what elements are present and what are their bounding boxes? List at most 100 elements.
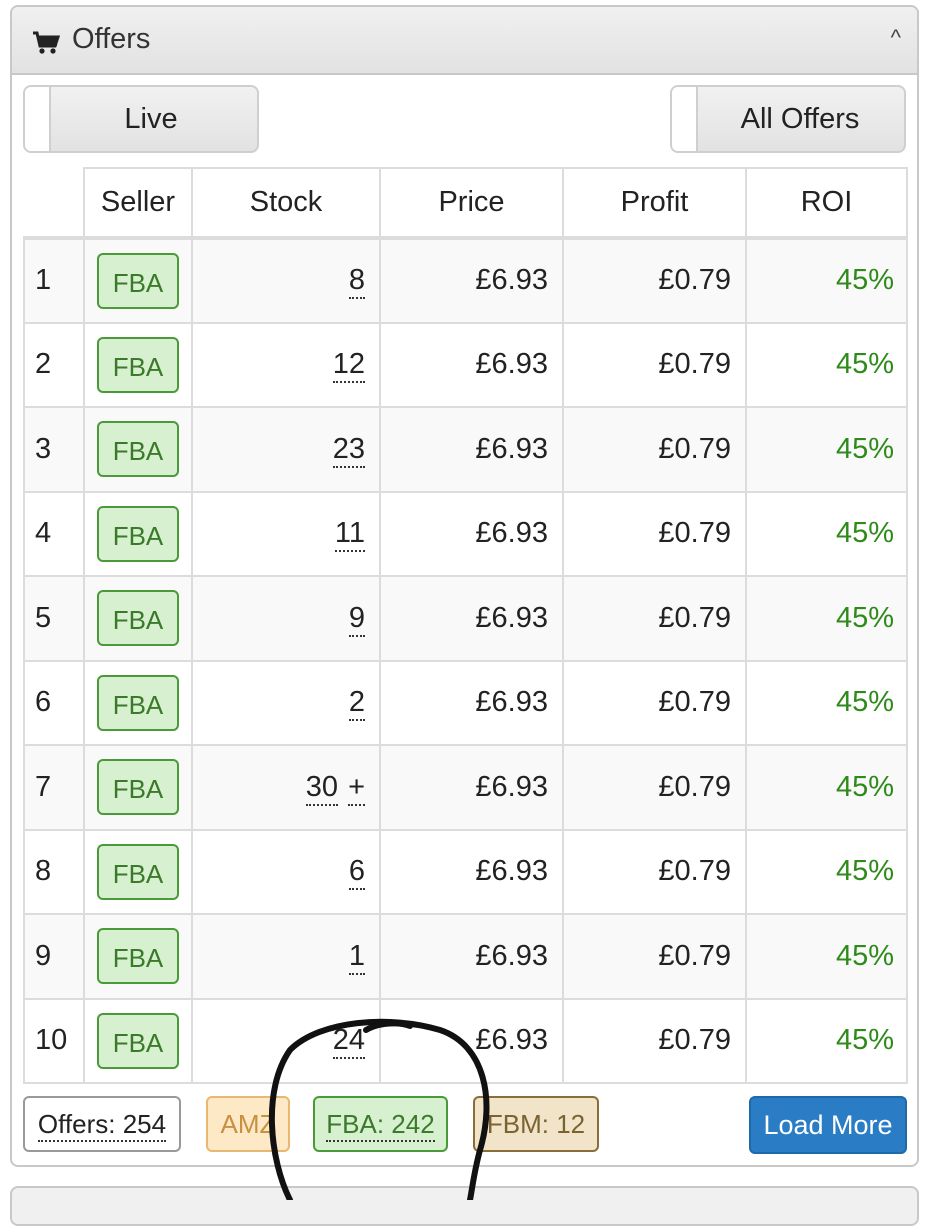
price-cell: £6.93 (379, 828, 564, 915)
fba-count-text: FBA: 242 (326, 1109, 435, 1142)
column-header-profit[interactable]: Profit (562, 167, 747, 239)
panel-header[interactable]: Offers ^ (12, 7, 917, 75)
table-row: 8 FBA 6 £6.93 £0.79 45% (23, 828, 908, 915)
column-header-index (24, 168, 85, 239)
fba-badge[interactable]: FBA (97, 759, 179, 816)
row-index: 1 (23, 237, 85, 324)
seller-cell: FBA (83, 744, 193, 831)
load-more-button[interactable]: Load More (749, 1096, 907, 1154)
stock-cell: 9 (191, 575, 381, 662)
table-row: 10 FBA 24 £6.93 £0.79 45% (23, 997, 908, 1084)
fba-badge[interactable]: FBA (97, 505, 179, 562)
row-index: 4 (23, 490, 85, 577)
stock-cell: 30 + (191, 744, 381, 831)
table-row: 2 FBA 12 £6.93 £0.79 45% (23, 321, 908, 408)
fba-badge[interactable]: FBA (97, 336, 179, 393)
profit-cell: £0.79 (562, 828, 747, 915)
stock-cell: 24 (191, 997, 381, 1084)
stock-cell: 8 (191, 237, 381, 324)
price-cell: £6.93 (379, 490, 564, 577)
row-index: 6 (23, 659, 85, 746)
price-cell: £6.93 (379, 321, 564, 408)
stock-value[interactable]: 9 (348, 601, 365, 637)
seller-cell: FBA (83, 659, 193, 746)
fba-badge[interactable]: FBA (97, 252, 179, 309)
stock-cell: 23 (191, 406, 381, 493)
column-header-seller[interactable]: Seller (83, 167, 193, 239)
row-index: 7 (23, 744, 85, 831)
offers-panel: Offers ^ Live All Offers Seller Stock Pr… (10, 5, 919, 1167)
fba-badge[interactable]: FBA (97, 928, 179, 985)
fba-badge[interactable]: FBA (97, 674, 179, 731)
stock-value[interactable]: 11 (334, 517, 365, 553)
live-toggle[interactable]: Live (23, 85, 259, 153)
offers-count-badge[interactable]: Offers: 254 (23, 1096, 181, 1152)
price-cell: £6.93 (379, 659, 564, 746)
toggle-knob (25, 87, 51, 151)
row-index: 9 (23, 913, 85, 1000)
profit-cell: £0.79 (562, 913, 747, 1000)
stock-value[interactable]: 1 (348, 939, 365, 975)
fba-badge[interactable]: FBA (97, 843, 179, 900)
row-index: 3 (23, 406, 85, 493)
table-row: 5 FBA 9 £6.93 £0.79 45% (23, 575, 908, 662)
stock-value[interactable]: 12 (332, 348, 365, 384)
roi-cell: 45% (745, 490, 908, 577)
seller-cell: FBA (83, 997, 193, 1084)
next-panel-header[interactable] (10, 1186, 919, 1226)
roi-cell: 45% (745, 237, 908, 324)
seller-cell: FBA (83, 237, 193, 324)
stock-value[interactable]: 24 (332, 1024, 365, 1060)
live-toggle-label: Live (124, 102, 178, 135)
table-header-row: Seller Stock Price Profit ROI (24, 167, 908, 239)
roi-cell: 45% (745, 575, 908, 662)
profit-cell: £0.79 (562, 237, 747, 324)
profit-cell: £0.79 (562, 321, 747, 408)
price-cell: £6.93 (379, 913, 564, 1000)
chevron-up-icon[interactable]: ^ (891, 25, 901, 51)
fba-badge[interactable]: FBA (97, 590, 179, 647)
row-index: 10 (23, 997, 85, 1084)
seller-cell: FBA (83, 490, 193, 577)
stock-value[interactable]: 8 (348, 264, 365, 300)
stock-cell: 12 (191, 321, 381, 408)
stock-value[interactable]: 23 (332, 432, 365, 468)
price-cell: £6.93 (379, 744, 564, 831)
offers-table: Seller Stock Price Profit ROI 1 FBA 8 £6… (23, 167, 908, 1084)
amz-badge[interactable]: AMZ (206, 1096, 290, 1152)
seller-cell: FBA (83, 575, 193, 662)
table-row: 3 FBA 23 £6.93 £0.79 45% (23, 406, 908, 493)
table-row: 1 FBA 8 £6.93 £0.79 45% (23, 237, 908, 324)
price-cell: £6.93 (379, 237, 564, 324)
stock-more-indicator[interactable]: + (348, 770, 365, 806)
all-offers-toggle[interactable]: All Offers (670, 85, 906, 153)
seller-cell: FBA (83, 406, 193, 493)
table-row: 6 FBA 2 £6.93 £0.79 45% (23, 659, 908, 746)
row-index: 8 (23, 828, 85, 915)
fbm-count-badge[interactable]: FBM: 12 (473, 1096, 599, 1152)
column-header-stock[interactable]: Stock (191, 167, 381, 239)
fba-badge[interactable]: FBA (97, 421, 179, 478)
price-cell: £6.93 (379, 575, 564, 662)
profit-cell: £0.79 (562, 490, 747, 577)
price-cell: £6.93 (379, 406, 564, 493)
fba-count-badge[interactable]: FBA: 242 (313, 1096, 448, 1152)
seller-cell: FBA (83, 913, 193, 1000)
cart-icon (33, 31, 60, 54)
table-row: 7 FBA 30 + £6.93 £0.79 45% (23, 744, 908, 831)
seller-cell: FBA (83, 828, 193, 915)
column-header-roi[interactable]: ROI (745, 167, 908, 239)
offers-count-text: Offers: 254 (37, 1109, 167, 1142)
stock-value[interactable]: 30 (305, 770, 339, 806)
roi-cell: 45% (745, 744, 908, 831)
stock-cell: 11 (191, 490, 381, 577)
fba-badge[interactable]: FBA (97, 1012, 179, 1069)
table-row: 9 FBA 1 £6.93 £0.79 45% (23, 913, 908, 1000)
column-header-price[interactable]: Price (379, 167, 564, 239)
roi-cell: 45% (745, 828, 908, 915)
profit-cell: £0.79 (562, 659, 747, 746)
stock-cell: 1 (191, 913, 381, 1000)
stock-value[interactable]: 2 (348, 686, 365, 722)
stock-value[interactable]: 6 (348, 855, 365, 891)
seller-cell: FBA (83, 321, 193, 408)
